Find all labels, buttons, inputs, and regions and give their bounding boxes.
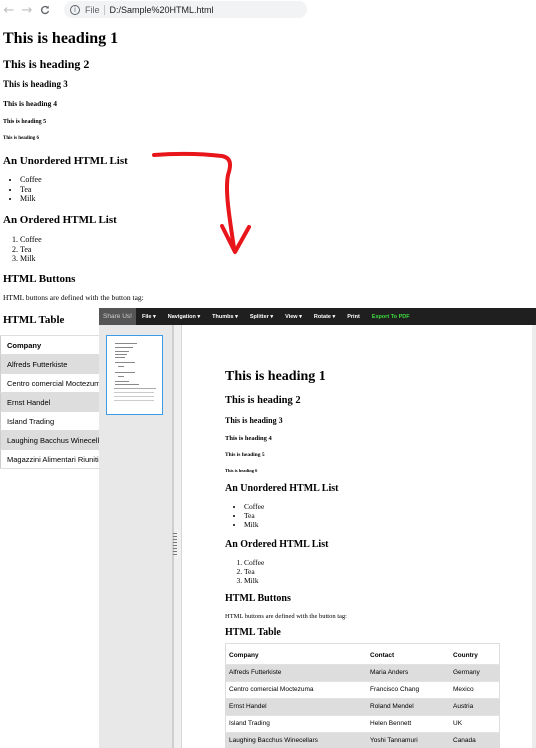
table-cell: Alfreds Futterkiste bbox=[225, 663, 366, 681]
list-item: Coffee bbox=[20, 175, 42, 185]
buttons-text: HTML buttons are defined with the button… bbox=[3, 293, 144, 302]
menu-print[interactable]: Print bbox=[341, 314, 366, 320]
unordered-list-title: An Unordered HTML List bbox=[3, 155, 128, 167]
table-title: HTML Table bbox=[3, 314, 65, 326]
share-button[interactable]: Share Us! bbox=[99, 308, 136, 325]
list-item: Milk bbox=[244, 576, 264, 585]
table-cell: Austria bbox=[449, 697, 500, 715]
list-item: Coffee bbox=[20, 235, 42, 245]
doc-ordered-list: Coffee Tea Milk bbox=[244, 558, 264, 585]
heading-4: This is heading 4 bbox=[3, 99, 57, 108]
forward-arrow-icon[interactable]: → bbox=[18, 0, 36, 20]
doc-heading-2: This is heading 2 bbox=[225, 395, 301, 406]
url-text: D:/Sample%20HTML.html bbox=[109, 4, 214, 15]
doc-buttons-text: HTML buttons are defined with the button… bbox=[225, 613, 347, 620]
heading-3: This is heading 3 bbox=[3, 79, 68, 89]
doc-unordered-list-title: An Unordered HTML List bbox=[225, 483, 339, 494]
table-header: Contact bbox=[370, 651, 395, 659]
menu-splitter[interactable]: Splitter ▾ bbox=[244, 314, 279, 320]
menu-view[interactable]: View ▾ bbox=[279, 314, 308, 320]
doc-table-title: HTML Table bbox=[225, 627, 281, 638]
doc-heading-3: This is heading 3 bbox=[225, 416, 283, 425]
reload-icon[interactable] bbox=[36, 0, 54, 20]
table-cell: Mexico bbox=[449, 680, 500, 698]
document-area: This is heading 1 This is heading 2 This… bbox=[181, 325, 536, 748]
html-viewer-window: Share Us! File ▾ Navigation ▾ Thumbs ▾ S… bbox=[99, 308, 536, 748]
export-to-pdf-button[interactable]: Export To PDF bbox=[366, 314, 416, 320]
table-cell: Canada bbox=[449, 731, 500, 748]
heading-1: This is heading 1 bbox=[3, 30, 119, 47]
table-header: Company bbox=[229, 651, 259, 659]
list-item: Milk bbox=[20, 254, 42, 264]
table-cell: Island Trading bbox=[225, 714, 366, 732]
list-item: Tea bbox=[244, 567, 264, 576]
ordered-list-title: An Ordered HTML List bbox=[3, 214, 117, 226]
doc-heading-4: This is heading 4 bbox=[225, 435, 272, 442]
viewer-toolbar: Share Us! File ▾ Navigation ▾ Thumbs ▾ S… bbox=[99, 308, 536, 325]
unordered-list: Coffee Tea Milk bbox=[20, 175, 42, 204]
table-cell: Roland Mendel bbox=[366, 697, 449, 715]
list-item: Coffee bbox=[244, 502, 264, 511]
list-item: Coffee bbox=[244, 558, 264, 567]
doc-ordered-list-title: An Ordered HTML List bbox=[225, 539, 329, 550]
heading-2: This is heading 2 bbox=[3, 57, 90, 71]
doc-heading-1: This is heading 1 bbox=[225, 369, 326, 384]
thumbnail-pane bbox=[99, 325, 174, 748]
table-cell: Ernst Handel bbox=[225, 697, 366, 715]
back-arrow-icon[interactable]: ← bbox=[0, 0, 18, 20]
table-header: Country bbox=[453, 651, 478, 659]
table-cell: Yoshi Tannamuri bbox=[366, 731, 449, 748]
list-item: Milk bbox=[20, 194, 42, 204]
browser-toolbar: ← → i File D:/Sample%20HTML.html bbox=[0, 0, 307, 20]
table-cell: Germany bbox=[449, 663, 500, 681]
menu-file[interactable]: File ▾ bbox=[136, 314, 162, 320]
table-cell: Francisco Chang bbox=[366, 680, 449, 698]
table-cell: Helen Bennett bbox=[366, 714, 449, 732]
document-page: This is heading 1 This is heading 2 This… bbox=[181, 325, 532, 748]
menu-rotate[interactable]: Rotate ▾ bbox=[308, 314, 341, 320]
list-item: Tea bbox=[244, 511, 264, 520]
doc-company-table: Company Contact Country Alfreds Futterki… bbox=[225, 647, 500, 748]
menu-navigation[interactable]: Navigation ▾ bbox=[162, 314, 206, 320]
address-divider bbox=[103, 4, 105, 15]
doc-heading-6: This is heading 6 bbox=[225, 468, 258, 473]
heading-6: This is heading 6 bbox=[3, 136, 39, 141]
table-cell: Centro comercial Moctezuma bbox=[225, 680, 366, 698]
page-thumbnail[interactable] bbox=[106, 335, 163, 415]
list-item: Milk bbox=[244, 520, 264, 529]
table-cell: UK bbox=[449, 714, 500, 732]
menu-thumbs[interactable]: Thumbs ▾ bbox=[206, 314, 244, 320]
doc-unordered-list: Coffee Tea Milk bbox=[244, 502, 264, 529]
list-item: Tea bbox=[20, 185, 42, 195]
doc-heading-5: This is heading 5 bbox=[225, 452, 265, 458]
reload-glyph-icon bbox=[41, 5, 50, 15]
heading-5: This is heading 5 bbox=[3, 119, 47, 125]
url-scheme: File bbox=[85, 4, 100, 15]
table-cell: Maria Anders bbox=[366, 663, 449, 681]
list-item: Tea bbox=[20, 245, 42, 255]
splitter-grip-icon[interactable] bbox=[173, 533, 177, 555]
buttons-title: HTML Buttons bbox=[3, 273, 76, 285]
address-bar[interactable]: i File D:/Sample%20HTML.html bbox=[64, 1, 307, 18]
doc-buttons-title: HTML Buttons bbox=[225, 593, 291, 604]
ordered-list: Coffee Tea Milk bbox=[20, 235, 42, 264]
table-cell: Laughing Bacchus Winecellars bbox=[225, 731, 366, 748]
info-icon[interactable]: i bbox=[70, 4, 80, 15]
